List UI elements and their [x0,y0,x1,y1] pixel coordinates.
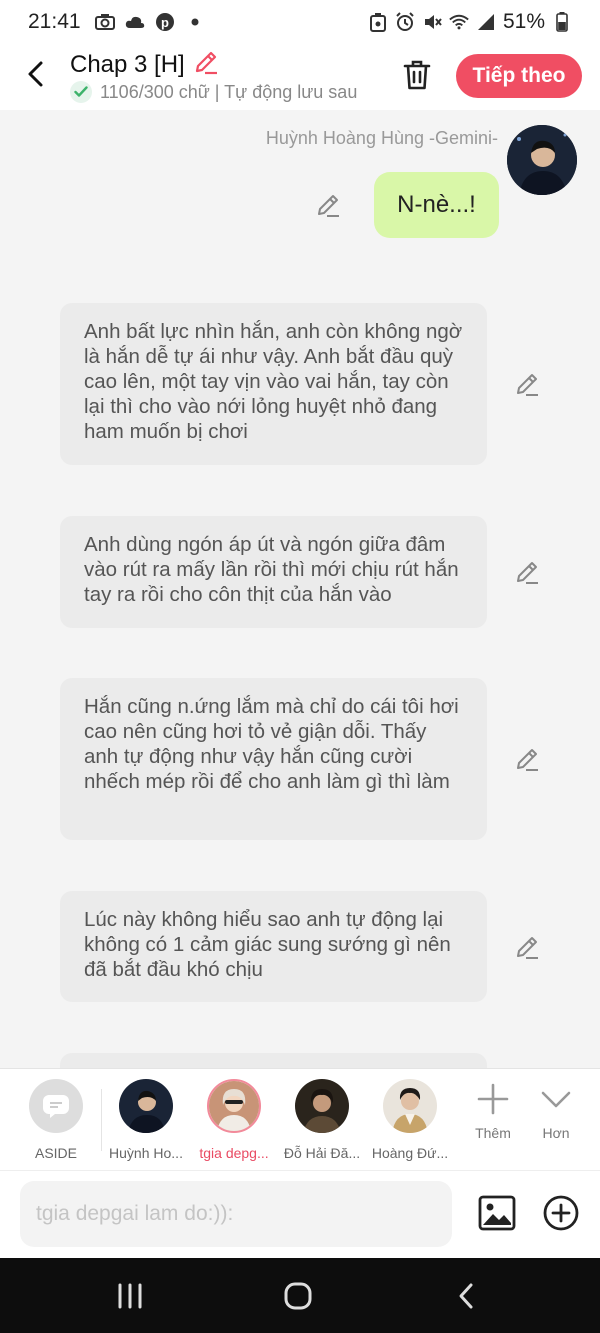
plus-circle-icon [543,1195,579,1231]
battery-percent: 51% [502,10,545,33]
status-bar: 21:41 p 51% [0,0,600,44]
character-label: Huỳnh Ho... [109,1145,183,1161]
avatar [207,1079,261,1133]
narration-bubble[interactable]: Anh dùng ngón áp út và ngón giữa đâm vào… [60,516,487,628]
signal-icon [476,12,496,32]
pencil-icon [517,937,538,959]
next-button[interactable]: Tiếp theo [456,54,582,98]
aside-icon [29,1079,83,1133]
word-count-status: 1106/300 chữ | Tự động lưu sau [100,81,358,102]
chapter-title: Chap 3 [H] [70,50,185,78]
sender-name: Huỳnh Hoàng Hùng -Gemini- [265,128,498,148]
avatar[interactable] [507,125,577,195]
edit-title-button[interactable] [193,49,219,80]
back-icon [459,1283,473,1309]
narration-bubble[interactable]: Lúc này không hiểu sao anh tự động lại k… [60,891,487,1002]
cloud-icon [125,12,145,32]
pencil-icon [318,195,339,217]
add-character-button[interactable]: Thêm [463,1083,523,1141]
expand-characters-button[interactable]: Hơn [526,1083,586,1141]
more-label: Thêm [475,1125,511,1141]
edit-message-button[interactable] [315,192,341,218]
pinterest-icon: p [155,12,175,32]
my-message-bubble[interactable]: N-nè...! [374,172,499,238]
character-label: Đỗ Hải Đă... [283,1145,361,1161]
edit-narration-button[interactable] [514,934,540,960]
character-do-hai-dang[interactable]: Đỗ Hải Đă... [277,1079,367,1161]
home-button[interactable] [278,1278,318,1314]
mute-icon [422,12,442,32]
system-nav-bar [0,1258,600,1333]
edit-narration-button[interactable] [514,746,540,772]
pencil-icon [517,374,538,396]
svg-text:p: p [161,15,169,30]
avatar [119,1079,173,1133]
pencil-icon [195,51,217,75]
composer [0,1170,600,1258]
home-icon [284,1282,312,1310]
insert-image-button[interactable] [478,1194,516,1232]
avatar [383,1079,437,1133]
system-back-button[interactable] [446,1278,486,1314]
delete-button[interactable] [398,56,436,94]
trash-icon [403,60,431,90]
edit-narration-button[interactable] [514,559,540,585]
recent-apps-button[interactable] [110,1278,150,1314]
chat-area[interactable]: Huỳnh Hoàng Hùng -Gemini- N-nè...! Anh b… [0,110,600,1068]
chevron-down-icon [541,1091,571,1108]
wifi-icon [449,12,469,32]
collapse-label: Hơn [542,1125,570,1141]
battery-icon [552,12,572,32]
character-hoang-duc[interactable]: Hoàng Đứ... [365,1079,455,1161]
chevron-left-icon [28,61,43,87]
image-icon [478,1195,516,1231]
narration-bubble-partial[interactable] [60,1053,487,1068]
recents-icon [118,1283,142,1309]
camera-icon [94,12,115,32]
add-content-button[interactable] [542,1194,580,1232]
character-aside[interactable]: ASIDE [11,1079,101,1161]
pencil-icon [517,562,538,584]
data-saver-icon [368,12,388,32]
saved-check-icon [70,81,92,103]
alarm-icon [395,12,415,32]
character-selector: ASIDE Huỳnh Ho... tgia depg... Đỗ Hải Đă… [0,1068,600,1170]
character-huynh-hoang-hung[interactable]: Huỳnh Ho... [101,1079,191,1161]
message-input[interactable] [20,1181,452,1247]
pencil-icon [517,749,538,771]
plus-icon [477,1083,509,1115]
dot-icon [185,12,205,32]
character-label: ASIDE [34,1145,77,1161]
avatar [295,1079,349,1133]
status-time: 21:41 [28,10,81,33]
back-button[interactable] [18,54,52,94]
character-tgia-depgai[interactable]: tgia depg... [189,1079,279,1161]
narration-bubble[interactable]: Anh bất lực nhìn hắn, anh còn không ngờ … [60,303,487,465]
narration-bubble[interactable]: Hắn cũng n.ứng lắm mà chỉ do cái tôi hơi… [60,678,487,840]
character-label: Hoàng Đứ... [371,1145,449,1161]
character-label: tgia depg... [199,1145,269,1161]
editor-header: Chap 3 [H] 1106/300 chữ | Tự động lưu sa… [0,44,600,110]
edit-narration-button[interactable] [514,371,540,397]
